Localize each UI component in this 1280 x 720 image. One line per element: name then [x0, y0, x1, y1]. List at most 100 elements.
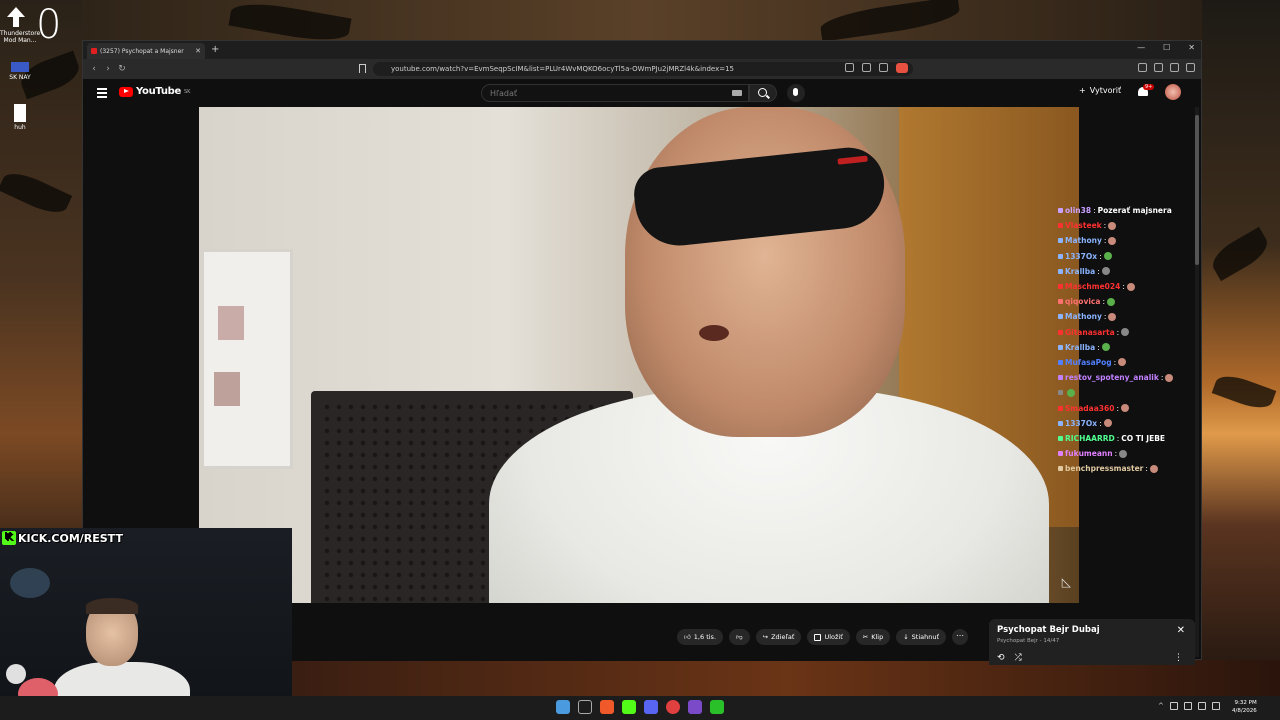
chat-username: RICHAARRD	[1065, 433, 1115, 443]
system-clock[interactable]: 9:32 PM 4/8/2026	[1232, 699, 1257, 715]
chat-username: MufasaPog	[1065, 357, 1112, 367]
create-button[interactable]: + Vytvoriť	[1079, 86, 1121, 95]
playlist-more-icon[interactable]: ⋮	[1174, 653, 1183, 663]
chat-message: benchpressmaster:	[1058, 461, 1204, 476]
new-tab-icon[interactable]: +	[211, 44, 219, 55]
shuffle-icon[interactable]: ⤮	[1015, 653, 1022, 663]
cast-icon[interactable]	[862, 63, 871, 72]
search-button[interactable]	[749, 84, 777, 102]
wallpaper-right	[1202, 0, 1280, 700]
notifications-icon[interactable]: 9+	[1137, 84, 1155, 98]
network-icon[interactable]	[1197, 702, 1206, 710]
brave-browser-icon[interactable]	[600, 700, 614, 714]
desktop-icon-thunderstore[interactable]: Thunderstore Mod Man...	[0, 30, 40, 44]
dislike-button[interactable]: 👎︎	[729, 629, 750, 645]
youtube-favicon-icon	[91, 48, 97, 54]
chat-message: Gitanasarta:	[1058, 325, 1204, 340]
playlist-subtitle: Psychopat Bejr - 14/47	[997, 638, 1060, 644]
close-playlist-icon[interactable]: ✕	[1177, 625, 1185, 636]
chat-badge-icon	[1058, 284, 1063, 290]
forward-icon[interactable]: ›	[101, 64, 115, 74]
folder-icon	[11, 62, 29, 72]
app-icon[interactable]	[666, 700, 680, 714]
hamburger-icon[interactable]	[97, 88, 107, 100]
chat-badge-icon	[1058, 435, 1063, 441]
youtube-logo[interactable]: YouTube SK	[119, 86, 190, 97]
chat-message: Vlasteek:	[1058, 218, 1204, 233]
back-icon[interactable]: ‹	[87, 64, 101, 74]
menu-icon[interactable]	[1186, 63, 1195, 72]
mic-tray-icon[interactable]	[1183, 702, 1192, 710]
clip-button[interactable]: ✂ Klip	[855, 629, 891, 645]
wallet-icon[interactable]	[1170, 63, 1179, 72]
chat-emote-icon	[1120, 404, 1129, 413]
discord-icon[interactable]	[644, 700, 658, 714]
loop-icon[interactable]: ⟲	[997, 653, 1005, 663]
playlist-controls: ⟲ ⤮	[997, 653, 1022, 663]
extensions-icon[interactable]	[1138, 63, 1147, 72]
volume-icon[interactable]	[1211, 702, 1220, 710]
like-button[interactable]: 👍︎ 1,6 tis.	[677, 629, 724, 645]
keyboard-icon[interactable]	[732, 90, 742, 96]
obs-icon[interactable]	[688, 700, 702, 714]
share-button[interactable]: ↪ Zdieľať	[755, 629, 802, 645]
chat-username: restov_spoteny_analik	[1065, 373, 1159, 383]
tab-bar: (3257) Psychopat a Majsner ✕ + — ☐ ✕	[83, 41, 1201, 59]
chat-badge-icon	[1058, 268, 1063, 274]
close-window-icon[interactable]: ✕	[1188, 43, 1195, 52]
chat-username: Mathony	[1065, 312, 1102, 322]
maximize-icon[interactable]: ☐	[1163, 43, 1170, 52]
save-button[interactable]: Uložiť	[807, 629, 850, 645]
chat-emote-icon	[1118, 358, 1127, 367]
chat-message: Smadaa360:	[1058, 400, 1204, 415]
search-icon	[758, 88, 767, 97]
chat-badge-icon	[1058, 405, 1063, 411]
system-tray: ^	[1158, 702, 1220, 710]
chat-message: 1337Ox:	[1058, 416, 1204, 431]
kick-logo-icon: K	[2, 531, 16, 545]
chat-text: CO TI JEBE	[1121, 433, 1166, 443]
play-icon[interactable]	[710, 700, 724, 714]
toolbar-right	[1138, 63, 1195, 72]
desktop-icon-sk-nay[interactable]: SK NAY	[0, 62, 40, 81]
minimize-icon[interactable]: —	[1137, 43, 1145, 52]
tab-youtube[interactable]: (3257) Psychopat a Majsner ✕	[87, 43, 205, 59]
share-arrow-icon: ↪	[762, 633, 769, 641]
avatar[interactable]	[1165, 84, 1181, 100]
search-input[interactable]: Hľadať	[481, 84, 749, 102]
chat-username: Maschme024	[1065, 282, 1121, 292]
task-view-icon[interactable]	[578, 700, 592, 714]
close-tab-icon[interactable]: ✕	[195, 47, 201, 55]
chat-badge-icon	[1058, 375, 1063, 381]
brave-shield-icon[interactable]	[896, 63, 908, 73]
desktop-icon-huh[interactable]: huh	[0, 104, 40, 131]
save-icon	[814, 633, 822, 641]
translate-icon[interactable]	[845, 63, 854, 72]
tray-app-icon[interactable]	[1169, 702, 1178, 710]
download-button[interactable]: ↓ Stiahnuť	[896, 629, 947, 645]
share-icon[interactable]	[879, 63, 888, 72]
more-actions-icon[interactable]: ⋯	[952, 629, 969, 645]
media-icon[interactable]	[1154, 63, 1163, 72]
chat-badge-icon	[1058, 208, 1063, 214]
windows-start-icon[interactable]	[556, 700, 570, 714]
chat-emote-icon	[1121, 328, 1130, 337]
address-actions	[845, 63, 908, 73]
kick-app-icon[interactable]	[622, 700, 636, 714]
chat-overlay: olin38: Pozerať majsnera Vlasteek: Mathony:…	[1058, 203, 1204, 476]
like-count: 1,6 tis.	[693, 633, 717, 641]
mic-icon[interactable]	[787, 84, 805, 102]
url-field[interactable]: youtube.com/watch?v=EvmSeqpScIM&list=PLU…	[373, 62, 913, 76]
scissors-icon: ✂	[862, 633, 869, 641]
chat-badge-icon	[1058, 238, 1063, 244]
taskbar: ^ 9:32 PM 4/8/2026	[0, 696, 1280, 720]
chat-username: 1337Ox	[1065, 251, 1098, 261]
video-player[interactable]: ◺	[199, 107, 1079, 603]
chat-username: Smadaa360	[1065, 403, 1115, 413]
kick-url: KICK.COM/RESTT	[18, 531, 123, 545]
chat-username: Krallba	[1065, 342, 1096, 352]
bookmark-icon[interactable]	[359, 64, 366, 73]
chevron-up-icon[interactable]: ^	[1158, 702, 1164, 710]
chat-emote-icon	[1101, 343, 1110, 352]
reload-icon[interactable]: ↻	[115, 64, 129, 74]
